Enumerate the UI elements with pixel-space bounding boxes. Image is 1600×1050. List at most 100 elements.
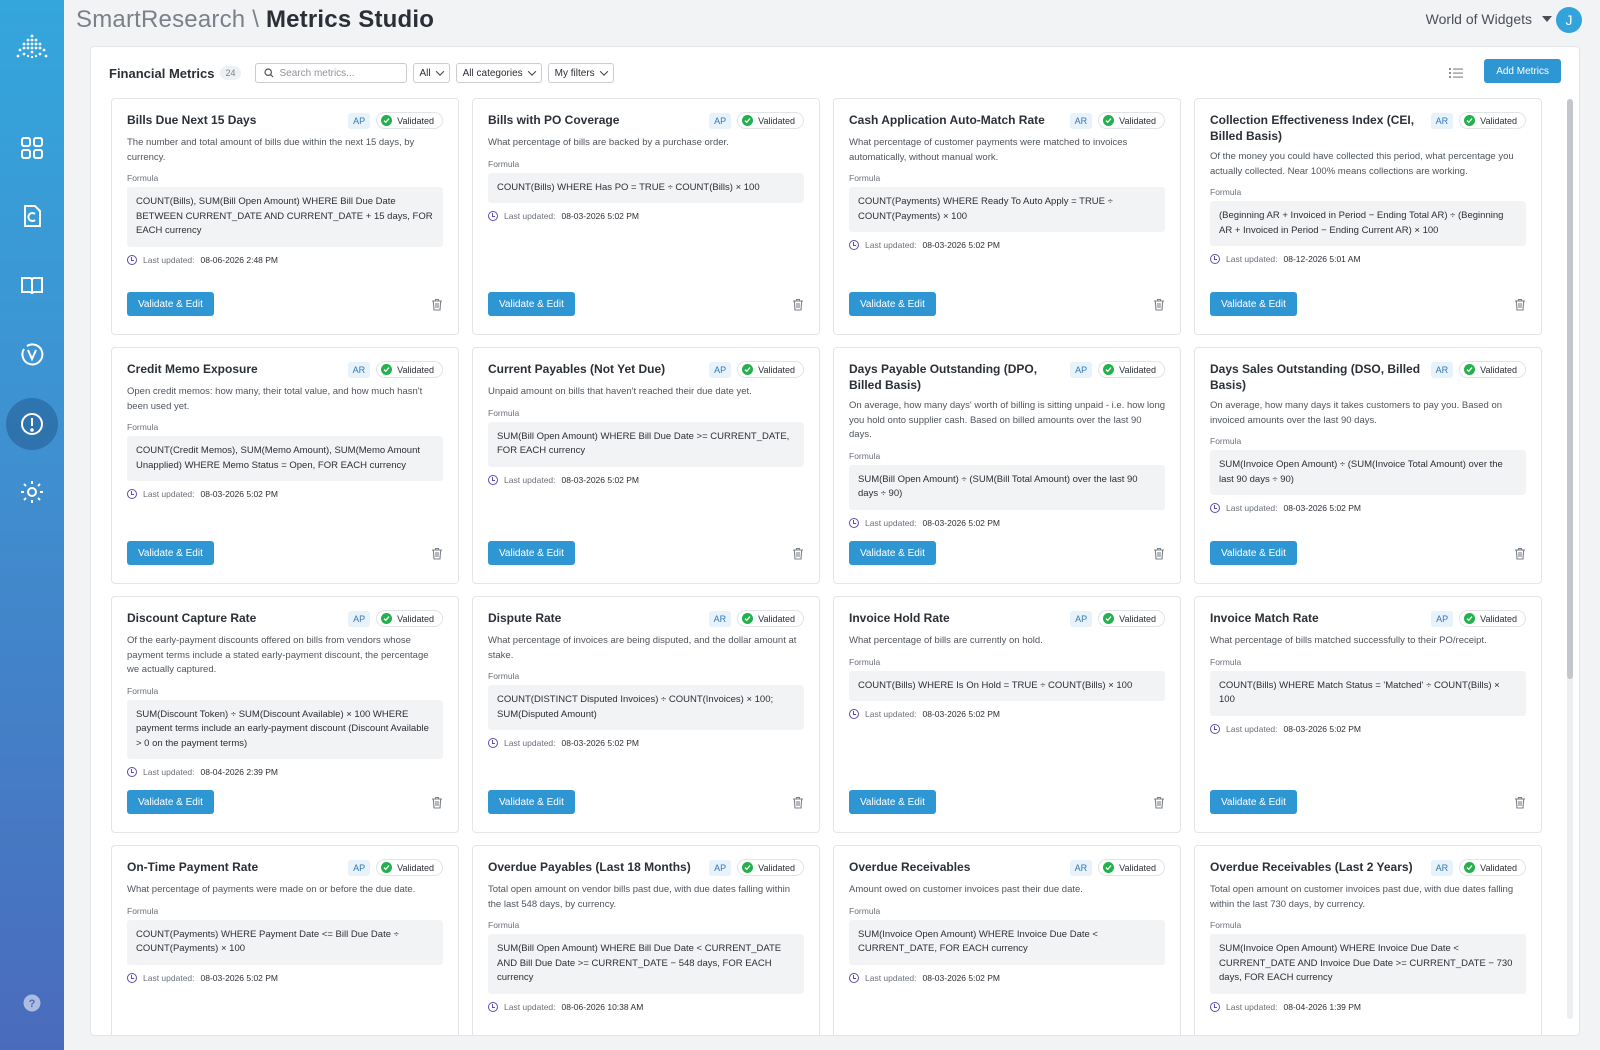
gear-icon (21, 481, 43, 503)
trash-icon[interactable] (1153, 547, 1165, 560)
clock-icon (1210, 254, 1220, 264)
trash-icon[interactable] (1514, 298, 1526, 311)
trash-icon[interactable] (792, 796, 804, 809)
validate-edit-button[interactable]: Validate & Edit (488, 541, 575, 565)
card-header: Invoice Hold Rate AP Validated (849, 610, 1165, 628)
search-box[interactable] (254, 63, 407, 83)
card-header: Days Sales Outstanding (DSO, Billed Basi… (1210, 361, 1526, 393)
my-filters-dropdown[interactable]: My filters (547, 63, 614, 83)
validate-edit-button[interactable]: Validate & Edit (127, 292, 214, 316)
metric-formula: SUM(Bill Open Amount) WHERE Bill Due Dat… (488, 421, 804, 467)
validated-badge: Validated (1098, 361, 1165, 378)
trash-icon[interactable] (1153, 796, 1165, 809)
trash-icon[interactable] (431, 547, 443, 560)
last-updated-label: Last updated: (504, 1001, 556, 1012)
sidebar-item-settings[interactable] (6, 466, 58, 518)
trash-icon[interactable] (792, 547, 804, 560)
alert-circle-icon (21, 413, 43, 435)
metric-description: What percentage of bills are backed by a… (488, 137, 729, 148)
trash-icon[interactable] (1514, 547, 1526, 560)
trash-icon[interactable] (1514, 796, 1526, 809)
formula-label: Formula (127, 905, 159, 916)
metric-title: Cash Application Auto-Match Rate (849, 113, 1045, 127)
validate-edit-button[interactable]: Validate & Edit (1210, 292, 1297, 316)
scrollbar[interactable] (1567, 99, 1573, 1019)
metric-formula: SUM(Invoice Open Amount) ÷ (SUM(Invoice … (1210, 450, 1526, 495)
trash-icon[interactable] (431, 796, 443, 809)
validate-edit-button[interactable]: Validate & Edit (849, 790, 936, 814)
chevron-down-icon (599, 67, 608, 76)
add-metrics-button[interactable]: Add Metrics (1484, 59, 1561, 83)
metric-title: Days Sales Outstanding (DSO, Billed Basi… (1210, 362, 1421, 392)
validated-label: Validated (758, 862, 795, 873)
metric-title: Credit Memo Exposure (127, 362, 258, 376)
org-selector[interactable]: World of Widgets (1426, 11, 1552, 27)
validate-edit-button[interactable]: Validate & Edit (849, 541, 936, 565)
clock-icon (488, 474, 498, 485)
trash-icon[interactable] (1153, 298, 1165, 311)
sidebar-item-library[interactable] (6, 259, 58, 311)
sidebar-item-dashboard[interactable] (6, 122, 58, 174)
validate-edit-button[interactable]: Validate & Edit (1210, 790, 1297, 814)
last-updated-label: Last updated: (504, 738, 556, 748)
last-updated: Last updated: 08-04-2026 1:39 PM (1210, 1001, 1526, 1012)
card-header: Dispute Rate AR Validated (488, 610, 804, 628)
metric-formula: COUNT(Bills), SUM(Bill Open Amount) WHER… (127, 187, 443, 247)
validate-edit-button[interactable]: Validate & Edit (1210, 541, 1297, 565)
card-footer: Validate & Edit (1210, 790, 1526, 814)
card-header: Credit Memo Exposure AR Validated (127, 361, 443, 379)
filter-all-dropdown[interactable]: All (412, 63, 450, 83)
metric-formula: COUNT(Payments) WHERE Ready To Auto Appl… (849, 187, 1165, 232)
caret-down-icon (1542, 16, 1552, 22)
metric-formula: COUNT(DISTINCT Disputed Invoices) ÷ COUN… (488, 685, 804, 730)
metric-formula: SUM(Bill Open Amount) ÷ (SUM(Bill Total … (849, 464, 1165, 510)
last-updated-value: 08-03-2026 5:02 PM (1283, 503, 1362, 513)
metric-card: Invoice Match Rate AP Validated What per… (1194, 596, 1542, 833)
trash-icon[interactable] (792, 298, 804, 311)
metric-card: Overdue Payables (Last 18 Months) AP Val… (472, 845, 820, 1035)
sidebar-item-content[interactable] (6, 190, 58, 242)
check-icon (742, 613, 754, 624)
search-input[interactable] (279, 67, 400, 79)
last-updated: Last updated: 08-03-2026 5:02 PM (849, 709, 1165, 719)
validated-badge: Validated (737, 859, 804, 876)
metric-card: Current Payables (Not Yet Due) AP Valida… (472, 347, 820, 584)
metric-title: Overdue Receivables (849, 860, 971, 874)
scrollbar-thumb[interactable] (1567, 99, 1573, 679)
validate-edit-button[interactable]: Validate & Edit (127, 790, 214, 814)
sidebar-item-help[interactable]: ? (6, 977, 58, 1029)
validate-edit-button[interactable]: Validate & Edit (127, 541, 214, 565)
check-icon (1464, 862, 1476, 873)
last-updated-value: 08-03-2026 5:02 PM (200, 489, 279, 499)
formula-label: Formula (849, 656, 881, 667)
validated-badge: Validated (1098, 610, 1165, 627)
sidebar-item-validation[interactable] (6, 328, 58, 380)
avatar[interactable]: J (1556, 7, 1582, 33)
metrics-panel: Financial Metrics 24 All All categories … (90, 46, 1580, 1036)
card-header: Collection Effectiveness Index (CEI, Bil… (1210, 112, 1526, 144)
clock-icon (488, 1001, 498, 1012)
validate-edit-button[interactable]: Validate & Edit (488, 292, 575, 316)
validate-edit-button[interactable]: Validate & Edit (849, 292, 936, 316)
clock-icon (127, 254, 137, 265)
list-view-icon[interactable] (1447, 64, 1465, 82)
validated-label: Validated (1119, 115, 1156, 126)
metric-formula: SUM(Bill Open Amount) WHERE Bill Due Dat… (488, 934, 804, 994)
metric-card: On-Time Payment Rate AP Validated What p… (111, 845, 459, 1035)
app-logo-icon[interactable] (12, 30, 52, 70)
card-header: Days Payable Outstanding (DPO, Billed Ba… (849, 361, 1165, 393)
last-updated: Last updated: 08-03-2026 5:02 PM (849, 517, 1165, 528)
category-dropdown[interactable]: All categories (455, 63, 542, 83)
formula-label: Formula (127, 685, 159, 696)
sidebar-item-metrics[interactable] (6, 398, 58, 450)
check-icon (381, 364, 393, 375)
last-updated: Last updated: 08-03-2026 5:02 PM (127, 972, 443, 983)
metric-title: Overdue Receivables (Last 2 Years) (1210, 860, 1413, 874)
last-updated-value: 08-03-2026 5:02 PM (922, 972, 1001, 983)
last-updated: Last updated: 08-12-2026 5:01 AM (1210, 254, 1526, 264)
metric-formula: COUNT(Payments) WHERE Payment Date <= Bi… (127, 919, 443, 965)
validate-edit-button[interactable]: Validate & Edit (488, 790, 575, 814)
clock-icon (127, 972, 137, 983)
trash-icon[interactable] (431, 298, 443, 311)
metric-description: Of the early-payment discounts offered o… (127, 635, 429, 675)
